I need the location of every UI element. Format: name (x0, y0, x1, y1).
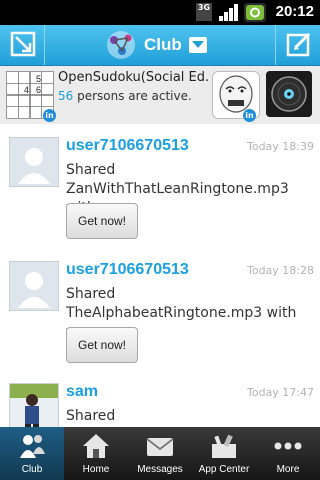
feed-username[interactable]: sam (66, 383, 98, 401)
collapse-button[interactable] (0, 25, 45, 65)
status-time: 20:12 (275, 3, 314, 20)
page-title: Club (144, 35, 182, 54)
more-dots-icon (274, 442, 302, 450)
feed-item: user7106670513 Today 18:39 Shared ZanWit… (0, 124, 320, 249)
compose-pencil-icon (286, 32, 311, 57)
banner-app-name: OpenSudoku(Social Ed... (58, 70, 208, 85)
tab-label: Messages (137, 464, 183, 475)
feed-timestamp: Today 18:28 (246, 264, 314, 277)
active-app-banner[interactable]: 5 4 6 in OpenSudoku(Social Ed... 56 pers… (0, 66, 320, 125)
home-icon (83, 434, 109, 458)
tab-app-center[interactable]: App Center (192, 427, 256, 480)
default-avatar-icon (10, 138, 58, 186)
sudoku-digit: 6 (36, 85, 41, 95)
tab-label: Home (82, 464, 110, 475)
tab-label: App Center (198, 464, 250, 475)
feed-timestamp: Today 17:47 (246, 386, 314, 399)
compose-button[interactable] (275, 25, 320, 65)
tab-club[interactable]: Club (0, 427, 64, 480)
get-now-button[interactable]: Get now! (66, 327, 138, 363)
active-label: persons are active. (73, 89, 192, 103)
music-disc-icon[interactable] (266, 71, 312, 117)
avatar[interactable] (9, 261, 59, 311)
banner-active-text: 56 persons are active. (58, 89, 192, 103)
activity-feed[interactable]: user7106670513 Today 18:39 Shared ZanWit… (0, 124, 320, 427)
club-dropdown[interactable]: Club (104, 28, 207, 62)
bottom-tab-bar: Club Home Messages App Center More (0, 427, 320, 480)
feed-item: user7106670513 Today 18:28 Shared TheAlp… (0, 248, 320, 373)
tab-messages[interactable]: Messages (128, 427, 192, 480)
get-now-button[interactable]: Get now! (66, 203, 138, 239)
title-bar: Club (0, 25, 320, 66)
feed-timestamp: Today 18:39 (246, 140, 314, 153)
user-photo-icon (10, 384, 58, 427)
feed-message: Shared (66, 408, 116, 424)
tab-more[interactable]: More (256, 427, 320, 480)
network-3g-icon: 3G (196, 3, 212, 21)
chevron-down-icon (188, 37, 207, 53)
active-count: 56 (58, 89, 74, 103)
feed-username[interactable]: user7106670513 (66, 137, 189, 155)
in-badge: in (43, 109, 56, 122)
tab-label: More (276, 464, 300, 475)
notification-app-icon (244, 3, 266, 22)
avatar[interactable] (9, 383, 59, 427)
tab-label: Club (21, 464, 43, 475)
club-icon (20, 435, 45, 458)
sudoku-digit: 5 (36, 74, 41, 84)
default-avatar-icon (10, 262, 58, 310)
feed-username[interactable]: user7106670513 (66, 261, 189, 279)
signal-strength-icon (219, 4, 238, 21)
envelope-icon (146, 438, 174, 456)
collapse-arrow-icon (10, 31, 36, 57)
in-badge: in (243, 109, 256, 122)
feed-item: sam Today 17:47 Shared (0, 372, 320, 427)
status-bar: 3G 20:12 (0, 0, 320, 25)
tab-home[interactable]: Home (64, 427, 128, 480)
app-center-icon (212, 434, 236, 458)
avatar[interactable] (9, 137, 59, 187)
sudoku-digit: 4 (24, 85, 29, 95)
club-logo-icon (107, 31, 135, 59)
